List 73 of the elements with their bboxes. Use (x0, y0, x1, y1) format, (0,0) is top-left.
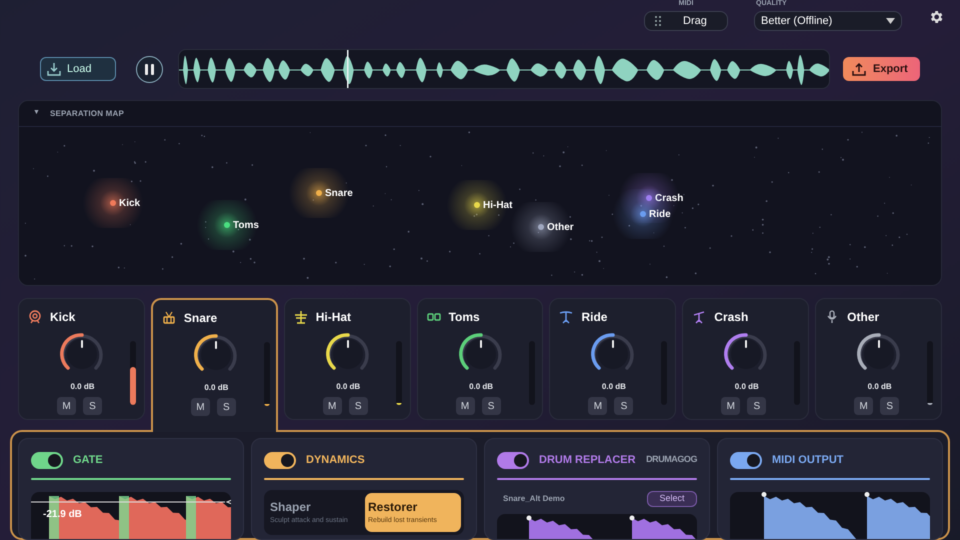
gain-reading: 0.0 dB (468, 381, 494, 393)
stem-name: Ride (581, 309, 608, 326)
solo-button[interactable]: S (216, 398, 236, 416)
export-button[interactable]: Export (843, 57, 920, 81)
stem-name: Toms (448, 309, 480, 326)
settings-icon[interactable] (928, 9, 944, 25)
stem-card[interactable]: Hi-Hat 0.0 dB M S (284, 298, 411, 420)
solo-button[interactable]: S (83, 397, 102, 415)
gain-reading: 0.0 dB (335, 381, 362, 393)
select-button[interactable]: Select (647, 491, 697, 507)
cluster-label: Crash (655, 192, 684, 206)
module-title: MIDI OUTPUT (772, 452, 844, 468)
microphone-icon (825, 310, 840, 324)
mute-button[interactable]: M (456, 397, 475, 415)
mute-button[interactable]: M (721, 397, 740, 415)
module-title: GATE (73, 452, 103, 468)
power-toggle[interactable] (264, 452, 296, 468)
solo-button[interactable]: S (482, 397, 501, 415)
mute-button[interactable]: M (854, 397, 874, 415)
mute-button[interactable]: M (588, 397, 608, 415)
map-title: SEPARATION MAP (50, 108, 124, 120)
quality-dropdown[interactable]: Better (Offline) (754, 11, 902, 31)
gain-reading: 0.0 dB (203, 382, 230, 394)
mute-button[interactable]: M (322, 397, 342, 415)
download-icon (47, 62, 61, 76)
cluster-label: Snare (325, 187, 353, 201)
threshold-line[interactable] (31, 498, 231, 506)
cluster-label: Ride (649, 208, 671, 222)
drag-button[interactable]: Drag (644, 11, 728, 31)
solo-button[interactable]: S (880, 397, 900, 415)
stem-card[interactable]: Other 0.0 dB M S (815, 298, 942, 420)
brand-logo: DRUMAGOG (646, 453, 697, 466)
hi-hat-icon (294, 310, 308, 324)
mute-button[interactable]: M (190, 398, 210, 416)
stem-card[interactable]: Ride 0.0 dB M S (549, 298, 676, 420)
power-toggle[interactable] (497, 452, 529, 468)
sample-name: Snare_Alt Demo (503, 493, 565, 505)
pause-icon (145, 64, 154, 74)
cluster-label: Kick (119, 197, 140, 211)
gain-reading: 0.0 dB (69, 381, 96, 393)
stem-name: Other (847, 309, 880, 326)
cluster-label: Other (547, 221, 574, 235)
stem-card[interactable]: Crash 0.0 dB M S (682, 298, 810, 420)
module-title: DRUM REPLACER (539, 452, 636, 468)
cluster-label: Toms (233, 219, 259, 233)
power-toggle[interactable] (31, 452, 63, 468)
solo-button[interactable]: S (348, 397, 368, 415)
drum-icon (162, 311, 176, 325)
stem-name: Kick (50, 309, 76, 326)
power-toggle[interactable] (730, 452, 762, 468)
upload-icon (852, 62, 866, 76)
gain-reading: 0.0 dB (600, 381, 627, 393)
mute-button[interactable]: M (57, 397, 76, 415)
stem-card[interactable]: Snare 0.0 dB M S (150, 298, 278, 432)
cymbal-icon (692, 310, 706, 324)
module-title: DYNAMICS (306, 452, 365, 468)
gain-reading: 0.0 dB (734, 381, 760, 393)
caret-icon (886, 18, 895, 24)
pause-button[interactable] (136, 56, 163, 82)
solo-button[interactable]: S (614, 397, 634, 415)
stem-name: Crash (714, 309, 748, 326)
cymbal-icon (559, 310, 574, 324)
stem-card[interactable]: Toms 0.0 dB M S (416, 298, 544, 420)
stem-name: Snare (184, 310, 218, 327)
stem-card[interactable]: Kick 0.0 dB M S (18, 298, 145, 420)
stem-name: Hi-Hat (316, 309, 352, 326)
grip-icon (655, 16, 661, 26)
waveform-display[interactable] (178, 49, 830, 89)
cluster-label: Hi-Hat (483, 199, 512, 213)
load-button[interactable]: Load (40, 57, 116, 81)
target-icon (28, 310, 42, 324)
gain-reading: 0.0 dB (866, 381, 893, 393)
solo-button[interactable]: S (747, 397, 766, 415)
